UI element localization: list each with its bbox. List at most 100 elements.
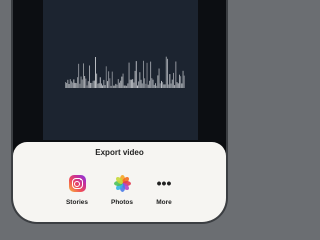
waveform-bar (102, 85, 104, 88)
waveform-bar (157, 75, 159, 88)
waveform-bar (104, 85, 106, 88)
waveform-bar (79, 83, 81, 88)
waveform-bar (156, 85, 158, 88)
instagram-icon (68, 175, 86, 192)
waveform-bar (133, 82, 135, 88)
waveform-bar (120, 80, 122, 88)
waveform-bar (125, 85, 126, 88)
share-more-label: More (156, 199, 172, 206)
waveform-bar (87, 81, 89, 88)
waveform-bar (98, 83, 100, 88)
waveform-bar (81, 79, 83, 88)
video-area (13, 0, 226, 142)
share-more-button[interactable]: ••• More (144, 175, 184, 206)
waveform-bar (140, 79, 142, 88)
waveform-bar (165, 56, 167, 88)
waveform-bar (68, 84, 70, 88)
waveform-bar (147, 84, 149, 88)
waveform-bar (75, 83, 77, 88)
waveform-bar (90, 82, 92, 88)
waveform-bar (65, 82, 66, 88)
waveform-bar (134, 70, 136, 88)
waveform-bar (138, 81, 140, 88)
waveform-bar (74, 82, 76, 88)
waveform-bar (127, 83, 129, 88)
waveform-bar (151, 78, 153, 88)
waveform-bar (145, 83, 147, 88)
waveform-bar (119, 82, 120, 88)
waveform-bar (89, 65, 90, 88)
waveform-bar (183, 75, 185, 88)
waveform-bar (80, 76, 82, 88)
waveform-bar (116, 84, 118, 88)
waveform-bar (141, 83, 143, 88)
waveform-bar (150, 61, 152, 88)
waveform-bar (155, 83, 156, 88)
waveform-bar (107, 81, 108, 88)
waveform-bar (159, 83, 161, 88)
waveform-bar (95, 57, 96, 88)
waveform-bar (135, 61, 137, 88)
waveform-bar (122, 73, 124, 88)
waveform-bar (73, 79, 75, 88)
waveform-bar (139, 72, 141, 88)
waveform-bar (169, 74, 171, 88)
waveform-bar (164, 84, 166, 88)
waveform-bar (105, 66, 107, 88)
waveform-bar (129, 79, 131, 88)
waveform-bar (126, 85, 128, 88)
waveform-bar (115, 83, 117, 88)
waveform-bar (152, 79, 154, 88)
waveform-bar (174, 85, 176, 88)
waveform-bar (121, 76, 123, 88)
waveform-bar (114, 85, 116, 88)
waveform-bar (92, 80, 94, 88)
waveform-bar (93, 80, 95, 88)
waveform-bar (132, 79, 134, 88)
waveform-bar (96, 73, 98, 88)
waveform-bar (67, 79, 69, 88)
waveform-bar (161, 80, 162, 88)
waveform-bar (103, 79, 105, 88)
share-stories-button[interactable]: Stories (57, 175, 97, 206)
waveform-bar (99, 77, 101, 88)
waveform-bar (66, 82, 68, 88)
waveform-bar (163, 84, 165, 88)
waveform-bar (77, 77, 78, 88)
waveform-bar (180, 76, 182, 88)
share-photos-button[interactable]: Photos (102, 175, 142, 206)
waveform-bar (85, 78, 87, 88)
waveform-bar (153, 84, 155, 88)
waveform-bar (144, 78, 146, 88)
waveform-bar (71, 81, 72, 88)
waveform-bar (177, 83, 179, 88)
waveform-bar (78, 63, 80, 88)
waveform-bar (149, 80, 150, 88)
waveform-bar (171, 79, 173, 88)
waveform-bar (113, 85, 114, 88)
waveform-bar (167, 58, 168, 88)
waveform-bar (182, 70, 184, 88)
waveform-bar (72, 82, 74, 88)
waveform-bar (176, 82, 178, 88)
waveform-bar (123, 85, 125, 88)
phone-frame: Export video Stories Photos ••• More (13, 0, 226, 222)
waveform-bar (117, 79, 119, 88)
waveform-bar (108, 71, 110, 88)
waveform-bar (110, 85, 112, 88)
waveform-bar (97, 83, 99, 88)
waveform-bar (137, 85, 138, 88)
waveform-bar (158, 68, 160, 88)
waveform-bar (69, 79, 71, 88)
waveform-bar (86, 85, 88, 88)
waveform-bar (146, 62, 148, 88)
sheet-title: Export video (95, 148, 144, 157)
audio-waveform (65, 56, 185, 88)
waveform-bar (179, 74, 180, 88)
waveform-bar (109, 78, 111, 88)
waveform-bar (181, 83, 183, 88)
photos-icon (113, 175, 131, 192)
video-preview[interactable] (43, 0, 198, 140)
share-photos-label: Photos (110, 199, 134, 206)
waveform-bar (111, 71, 113, 88)
